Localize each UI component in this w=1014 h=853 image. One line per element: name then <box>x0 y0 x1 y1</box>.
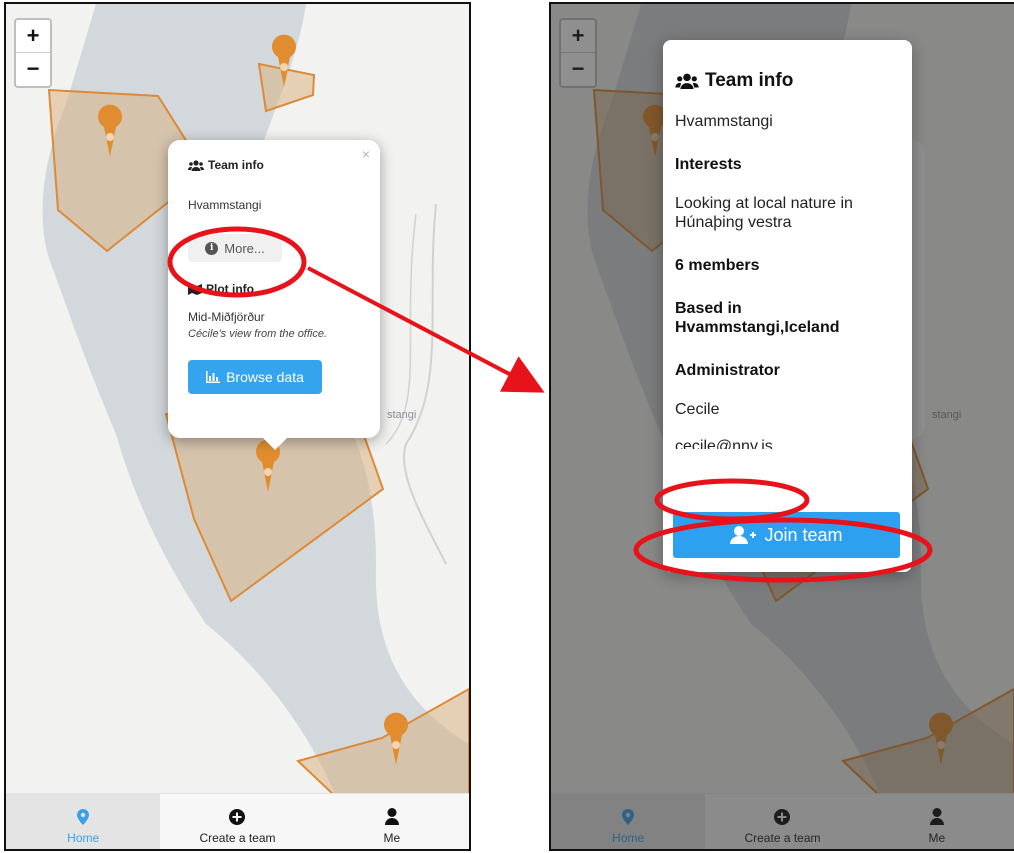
map-icon <box>188 283 202 295</box>
browse-data-button[interactable]: Browse data <box>188 360 322 394</box>
administrator-heading: Administrator <box>675 362 780 379</box>
tab-home[interactable]: Home <box>6 794 161 849</box>
users-icon <box>675 73 699 89</box>
modal-team-name: Hvammstangi <box>675 113 773 130</box>
tab-me-label: Me <box>383 831 401 845</box>
plot-info-heading: Plot info <box>188 282 360 296</box>
tab-create-team-label: Create a team <box>199 831 276 845</box>
more-button[interactable]: i More... <box>188 234 282 262</box>
based-in: Based in Hvammstangi,Iceland <box>675 300 840 336</box>
plot-info-heading-text: Plot info <box>206 282 254 296</box>
zoom-control: + − <box>14 18 52 88</box>
plus-circle-icon <box>229 809 246 825</box>
tab-me[interactable]: Me <box>315 794 469 849</box>
modal-heading-text: Team info <box>705 70 794 91</box>
map-town-label: stangi <box>387 409 417 421</box>
users-icon <box>188 159 204 171</box>
more-button-label: More... <box>224 240 265 256</box>
tab-home-label: Home <box>67 831 100 845</box>
bottom-tab-bar: Home Create a team Me <box>6 793 469 849</box>
user-plus-icon <box>730 526 757 544</box>
interests-heading: Interests <box>675 156 742 173</box>
popup-tip <box>262 437 288 450</box>
phone-screen-map: + − stangi × Team info Hvammstangi i Mor… <box>4 2 471 851</box>
tab-create-team[interactable]: Create a team <box>160 794 314 849</box>
map-marker-icon <box>77 809 90 825</box>
info-icon: i <box>205 241 219 255</box>
popup-close-button[interactable]: × <box>362 146 370 162</box>
interests-text: Looking at local nature in Húnaþing vest… <box>675 195 853 231</box>
members-count: 6 members <box>675 257 760 274</box>
zoom-out-button[interactable]: − <box>16 53 50 86</box>
team-info-heading-text: Team info <box>208 158 264 172</box>
join-team-label: Join team <box>764 524 843 545</box>
plot-description: Cécile's view from the office. <box>188 328 328 340</box>
user-icon <box>384 808 399 825</box>
team-info-modal: Team info Hvammstangi Interests Looking … <box>663 40 912 572</box>
join-team-button[interactable]: Join team <box>673 512 900 558</box>
team-name: Hvammstangi <box>188 198 262 212</box>
zoom-in-button[interactable]: + <box>16 20 50 53</box>
plot-popup: × Team info Hvammstangi i More... Plot i… <box>168 140 380 450</box>
modal-heading: Team info <box>675 70 902 92</box>
bar-chart-icon <box>206 371 221 383</box>
plot-name: Mid-Miðfjörður <box>188 310 265 324</box>
administrator-email[interactable]: cecile@nnv.is <box>675 437 902 449</box>
phone-screen-team-modal: + − stangi Home Create a team Me Team in… <box>549 2 1014 851</box>
browse-data-label: Browse data <box>226 369 304 385</box>
team-info-heading: Team info <box>188 158 360 172</box>
administrator-name: Cecile <box>675 401 720 418</box>
